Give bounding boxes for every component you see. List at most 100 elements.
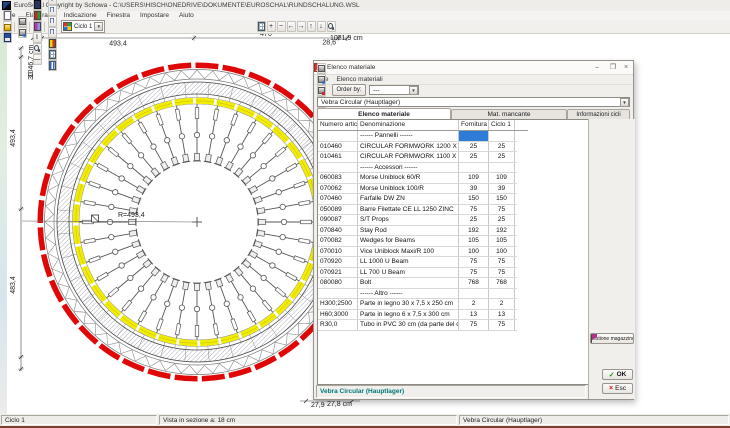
chevron-down-icon[interactable]: ▼ <box>409 86 418 95</box>
table-cell[interactable]: Vice Uniblock Maxi/R 100 <box>358 247 459 257</box>
table-cell[interactable]: ------ Altro ------ <box>358 289 459 299</box>
table-cell[interactable] <box>459 163 489 173</box>
col-numero-articolo[interactable]: Numero articolo <box>318 120 358 130</box>
order-by-select[interactable]: --- ▼ <box>369 85 419 95</box>
close-button[interactable]: × <box>619 62 633 72</box>
table-cell[interactable]: 150 <box>459 194 489 204</box>
table-row[interactable]: 070920LL 1000 U Beam7575 <box>318 257 517 268</box>
table-cell[interactable] <box>459 131 489 141</box>
table-cell[interactable]: 75 <box>459 320 489 330</box>
tab-elenco-materiale[interactable]: Elenco materiale <box>317 108 451 119</box>
zoom-region-icon[interactable] <box>33 43 42 54</box>
table-cell[interactable] <box>489 163 515 173</box>
table-row[interactable]: 090087S/T Props2525 <box>318 215 517 226</box>
table-cell[interactable]: 75 <box>489 320 515 330</box>
table-cell[interactable]: 100 <box>459 247 489 257</box>
open-icon[interactable] <box>3 21 12 32</box>
print-icon[interactable] <box>18 16 27 27</box>
menu-item-aiuto[interactable]: Aiuto <box>174 12 199 19</box>
col-denominazione[interactable]: Denominazione <box>358 120 459 130</box>
accessories-icon[interactable] <box>48 38 57 49</box>
table-cell[interactable]: 192 <box>459 226 489 236</box>
table-cell[interactable]: 070062 <box>318 184 358 194</box>
table-cell[interactable]: 39 <box>459 184 489 194</box>
table-cell[interactable]: 070082 <box>318 236 358 246</box>
table-cell[interactable]: Morse Uniblock 60/R <box>358 173 459 183</box>
maximize-button[interactable]: ❐ <box>606 62 620 72</box>
table-cell[interactable]: 768 <box>489 278 515 288</box>
table-cell[interactable]: CIRCULAR FORMWORK 1100 X 3000 <box>358 152 459 162</box>
table-cell[interactable]: 39 <box>489 184 515 194</box>
wall-3d-icon[interactable] <box>33 10 42 21</box>
zoom-out-icon[interactable]: − <box>277 21 286 32</box>
table-cell[interactable]: 75 <box>459 205 489 215</box>
esc-button[interactable]: × Esc <box>602 383 633 394</box>
table-cell[interactable]: 2 <box>459 299 489 309</box>
table-cell[interactable]: Farfalle DW ZN <box>358 194 459 204</box>
table-cell[interactable]: 010461 <box>318 152 358 162</box>
table-row[interactable]: 050089Barre Filettate CE LL 1250 ZINC757… <box>318 205 517 216</box>
table-cell[interactable]: 100 <box>489 247 515 257</box>
table-cell[interactable]: Bolt <box>358 278 459 288</box>
table-cell[interactable]: 13 <box>459 310 489 320</box>
table-cell[interactable]: 070921 <box>318 268 358 278</box>
table-row[interactable]: H300;2500Parte in legno 30 x 7,5 x 250 c… <box>318 299 517 310</box>
pan-left-icon[interactable]: ← <box>287 21 296 32</box>
table-cell[interactable]: Parte in legno 30 x 7,5 x 250 cm <box>358 299 459 309</box>
ok-button[interactable]: ✓ OK <box>602 369 633 380</box>
export-icon[interactable] <box>317 85 326 96</box>
table-row[interactable]: 070010Vice Uniblock Maxi/R 100100100 <box>318 247 517 258</box>
table-cell[interactable]: Parte in legno 6 x 7,5 x 300 cm <box>358 310 459 320</box>
table-cell[interactable]: 25 <box>459 215 489 225</box>
dimension-icon[interactable]: ↕ <box>48 0 57 5</box>
table-cell[interactable]: 192 <box>489 226 515 236</box>
table-row[interactable]: 070460Farfalle DW ZN150150 <box>318 194 517 205</box>
table-cell[interactable]: ------ Accessori ------ <box>358 163 459 173</box>
frame-mid-icon[interactable]: Π <box>48 16 57 27</box>
table-cell[interactable]: LL 700 U Beam <box>358 268 459 278</box>
save-icon[interactable] <box>3 32 12 43</box>
table-cell[interactable]: LL 1000 U Beam <box>358 257 459 267</box>
dialog-menu-elenco[interactable]: Elenco materiali <box>332 76 386 83</box>
table-cell[interactable] <box>318 289 358 299</box>
table-cell[interactable]: 109 <box>459 173 489 183</box>
table-cell[interactable]: CIRCULAR FORMWORK 1200 X 3000 <box>358 142 459 152</box>
table-cell[interactable]: 010460 <box>318 142 358 152</box>
table-cell[interactable]: 768 <box>459 278 489 288</box>
scope-select[interactable]: Vebra Circular (Hauptlager) ▼ <box>317 97 630 107</box>
table-cell[interactable]: 070840 <box>318 226 358 236</box>
table-cell[interactable]: 25 <box>489 142 515 152</box>
table-cell[interactable]: 070460 <box>318 194 358 204</box>
table-row[interactable]: 070082Wedges for Beams105105 <box>318 236 517 247</box>
table-cell[interactable] <box>489 131 515 141</box>
table-cell[interactable]: 050089 <box>318 205 358 215</box>
table-cell[interactable]: 090087 <box>318 215 358 225</box>
table-cell[interactable]: S/T Props <box>358 215 459 225</box>
table-cell[interactable]: 13 <box>489 310 515 320</box>
table-row[interactable]: 080080Bolt768768 <box>318 278 517 289</box>
table-cell[interactable]: 25 <box>489 215 515 225</box>
zoom-in-icon[interactable]: + <box>267 21 276 32</box>
table-row[interactable]: 070840Stay Rod192192 <box>318 226 517 237</box>
fit-view-icon[interactable] <box>257 21 266 32</box>
gestione-magazzino-button[interactable]: Gestione magazzino <box>590 333 634 344</box>
col-ciclo-1[interactable]: Ciclo 1 <box>489 120 515 130</box>
table-cell[interactable] <box>459 289 489 299</box>
table-row[interactable]: H60;3000Parte in legno 6 x 7,5 x 300 cm1… <box>318 310 517 321</box>
tab-informazioni-cicli[interactable]: Informazioni cicli <box>567 109 630 119</box>
dialog-titlebar[interactable]: Elenco materiale – ❐ × <box>314 61 633 75</box>
table-cell[interactable]: H60;3000 <box>318 310 358 320</box>
tab-mat-mancante[interactable]: Mat. mancante <box>451 109 567 119</box>
table-cell[interactable]: 75 <box>489 257 515 267</box>
table-cell[interactable]: 25 <box>459 142 489 152</box>
pan-down-icon[interactable]: ↓ <box>317 21 326 32</box>
table-cell[interactable]: H300;2500 <box>318 299 358 309</box>
zoom-window-icon[interactable] <box>327 21 336 32</box>
print-icon[interactable] <box>317 63 326 74</box>
column-icon[interactable]: I <box>33 32 42 43</box>
table-row[interactable]: R30,0Tubo in PVC 30 cm (da parte del cli… <box>318 320 517 331</box>
chevron-down-icon[interactable]: ▼ <box>620 98 629 107</box>
print-list-icon[interactable] <box>317 74 326 85</box>
table-row[interactable]: 070921LL 700 U Beam7575 <box>318 268 517 279</box>
table-cell[interactable]: 150 <box>489 194 515 204</box>
